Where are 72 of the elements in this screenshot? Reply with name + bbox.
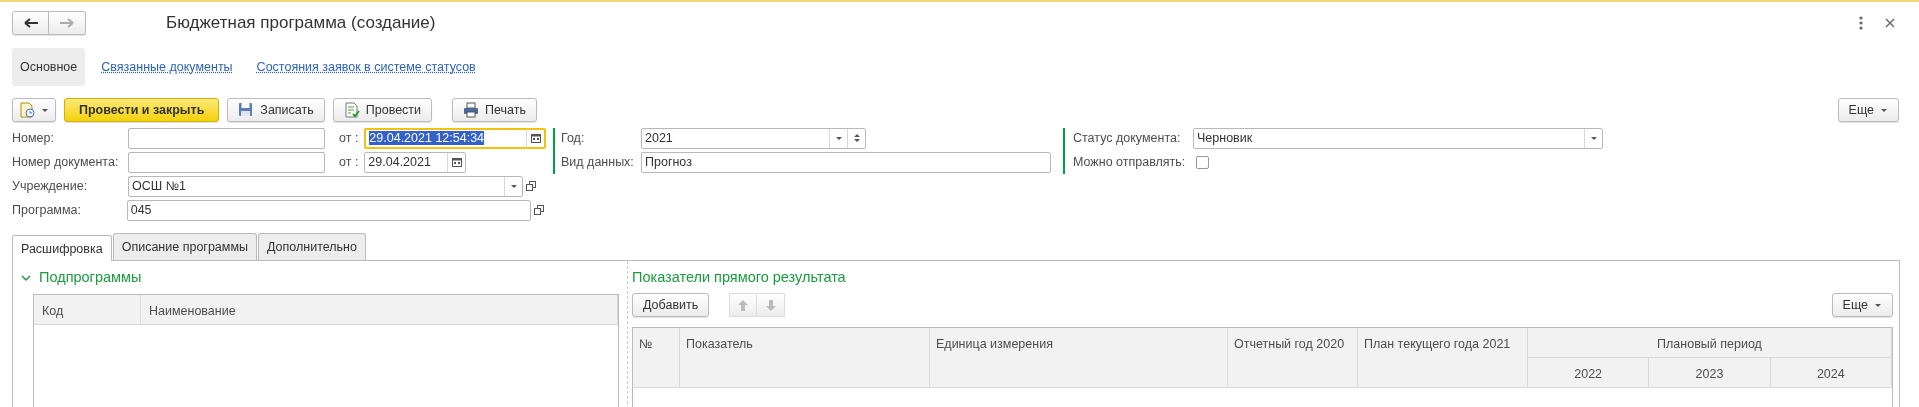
open-window-icon [526,181,536,192]
group-title: Подпрограммы [39,268,142,288]
caret-icon [41,107,49,113]
field-label: Можно отправлять: [1073,153,1187,171]
column-header[interactable]: Отчетный год 2020 [1228,328,1358,388]
open-window-icon [534,205,545,216]
institution-field[interactable]: ОСШ №1 [128,175,523,197]
caret-icon [1880,107,1888,113]
more-options-icon[interactable] [1859,15,1863,30]
move-up-button[interactable] [729,293,758,317]
data-kind-field[interactable]: Прогноз [641,151,1051,173]
tab[interactable]: Описание программы [112,232,257,261]
number-field[interactable] [128,127,325,149]
post-and-close-button[interactable]: Провести и закрыть [64,98,220,123]
tab[interactable]: Расшифровка [12,235,112,262]
caret-icon [509,183,518,189]
column-header[interactable]: 2024 [1770,358,1892,388]
window-title: Бюджетная программа (создание) [166,12,436,34]
calendar-icon [530,133,541,144]
move-down-button[interactable] [757,293,786,317]
column-header[interactable]: Наименование [141,295,618,325]
date-field[interactable]: 29.04.2021 [364,151,467,173]
column-header[interactable]: 2023 [1649,358,1771,388]
forward-arrow-icon [60,17,74,28]
toolbar-button[interactable]: Записать [227,98,325,123]
status-field[interactable]: Черновик [1193,127,1603,149]
caret-icon [1874,302,1882,308]
caret-icon [1589,135,1598,141]
more-button[interactable]: Еще [1831,293,1893,317]
field-label: Вид данных: [561,153,635,171]
tab[interactable]: Дополнительно [257,232,366,261]
field-label: Номер документа: [12,153,120,171]
spin-arrows-icon [853,133,860,144]
column-header[interactable]: 2022 [1528,358,1650,388]
field-label: Номер: [12,129,55,147]
back-button[interactable] [12,10,49,35]
field-label: от : [339,129,359,147]
checkbox[interactable] [1196,155,1209,169]
chevron-down-icon[interactable] [21,274,31,282]
field-label: от : [339,153,359,171]
column-header[interactable]: Код [34,295,141,325]
add-button[interactable]: Добавить [632,293,710,317]
group-title: Показатели прямого результата [632,268,847,288]
toolbar-button[interactable]: Печать [452,98,537,123]
section-tab[interactable]: Состояния заявок в системе статусов [248,47,484,87]
document-number-field[interactable] [128,151,325,173]
printer-icon [463,102,480,119]
column-header[interactable]: № [633,328,680,388]
field-label: Программа: [12,201,82,219]
date-field[interactable]: 29.04.2021 12:54:34 [364,127,547,149]
document-menu-button[interactable] [12,98,56,123]
close-icon[interactable] [1885,17,1895,28]
arrow-down-icon [765,299,776,311]
section-tab[interactable]: Основное [12,47,86,87]
arrow-up-icon [738,299,749,311]
program-field[interactable]: 045 [126,199,532,221]
more-button[interactable]: Еще [1837,98,1899,123]
back-arrow-icon [23,17,38,28]
field-label: Год: [561,129,586,147]
column-header[interactable]: Показатель [680,328,930,388]
column-header[interactable]: План текущего года 2021 [1358,328,1528,388]
document-icon [19,102,35,119]
calendar-icon [451,157,462,168]
column-header[interactable]: Единица измерения [930,328,1228,388]
toolbar-button[interactable]: Провести [332,98,433,123]
caret-icon [834,135,843,141]
year-field[interactable]: 2021 [641,127,866,149]
column-header[interactable]: Плановый период [1528,328,1892,358]
document-check-icon [343,102,360,119]
field-label: Статус документа: [1073,129,1182,147]
section-tab[interactable]: Связанные документы [93,47,241,87]
field-label: Учреждение: [12,177,89,195]
